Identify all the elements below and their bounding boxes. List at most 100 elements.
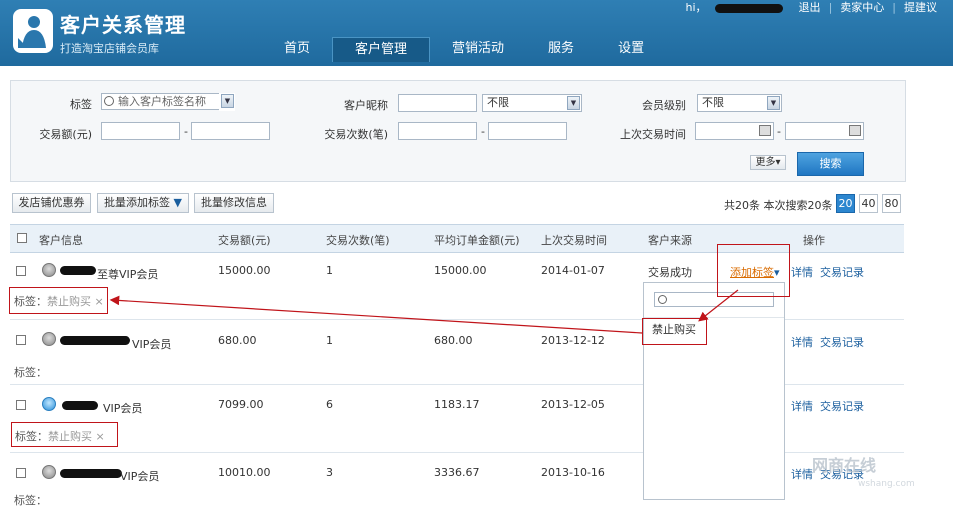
send-coupon-button[interactable]: 发店铺优惠券 [12, 193, 91, 213]
page-size-20[interactable]: 20 [836, 194, 855, 213]
row-tags: 标签： [14, 494, 47, 507]
batch-add-tag-button[interactable]: 批量添加标签 ▼ [97, 193, 189, 213]
nav-marketing[interactable]: 营销活动 [430, 37, 526, 61]
trade-records-link[interactable]: 交易记录 [820, 264, 864, 280]
cell-amount: 7099.00 [218, 398, 264, 411]
nickname-input[interactable] [398, 94, 477, 112]
cell-source: 交易成功 [648, 266, 692, 279]
row-checkbox[interactable] [16, 335, 26, 345]
member-level-select[interactable]: 不限 ▼ [697, 94, 782, 112]
cell-amount: 680.00 [218, 334, 257, 347]
search-icon [104, 96, 114, 106]
batch-edit-info-button[interactable]: 批量修改信息 [194, 193, 274, 213]
cell-amount: 15000.00 [218, 264, 271, 277]
page-size-80[interactable]: 80 [882, 194, 901, 213]
tag-search-input[interactable]: 输入客户标签名称 [101, 93, 235, 110]
app-title: 客户关系管理 [60, 13, 186, 37]
row-tags: 标签： [14, 366, 47, 379]
member-level: VIP会员 [132, 338, 172, 351]
seller-center-link[interactable]: 卖家中心 [832, 0, 892, 15]
cell-last-trade: 2013-12-12 [541, 334, 605, 347]
range-dash: - [184, 125, 188, 138]
trade-count-label: 交易次数(笔) [324, 128, 388, 141]
row-checkbox[interactable] [16, 266, 26, 276]
redacted-username [714, 3, 783, 13]
last-time-end-input[interactable] [785, 122, 864, 140]
tag-dropdown-toggle[interactable]: ▼ [219, 93, 235, 111]
count-max-input[interactable] [488, 122, 567, 140]
calendar-icon[interactable] [759, 125, 771, 136]
nav-customer-management[interactable]: 客户管理 [332, 37, 431, 62]
nav-home[interactable]: 首页 [262, 37, 332, 61]
more-filters-button[interactable]: 更多▾ [750, 155, 786, 170]
detail-link[interactable]: 详情 [791, 264, 813, 280]
col-source: 客户来源 [648, 234, 692, 247]
feedback-link[interactable]: 提建议 [896, 0, 945, 15]
watermark: 网商在线 [812, 456, 877, 475]
avatar [42, 263, 56, 277]
nav-service[interactable]: 服务 [526, 37, 596, 61]
range-dash: - [481, 125, 485, 138]
logout-link[interactable]: 退出 [791, 0, 829, 15]
last-time-start-input[interactable] [695, 122, 774, 140]
redacted-customer-name [62, 401, 98, 410]
detail-link[interactable]: 详情 [791, 466, 813, 482]
search-button[interactable]: 搜索 [797, 152, 864, 176]
trade-records-link[interactable]: 交易记录 [820, 398, 864, 414]
cell-last-trade: 2013-12-05 [541, 398, 605, 411]
calendar-icon[interactable] [849, 125, 861, 136]
tag-dropdown: 禁止购买 [643, 282, 785, 500]
col-amount: 交易额(元) [218, 234, 271, 247]
select-all-checkbox[interactable] [17, 233, 27, 243]
search-icon [658, 295, 667, 304]
chevron-down-icon: ▼ [767, 96, 780, 110]
amount-min-input[interactable] [101, 122, 180, 140]
cell-count: 1 [326, 334, 333, 347]
col-avg-amount: 平均订单金额(元) [434, 234, 520, 247]
result-count: 共20条 本次搜索20条 [724, 199, 833, 212]
annotation-box [11, 422, 118, 447]
cell-avg: 3336.67 [434, 466, 480, 479]
app-header: 客户关系管理 打造淘宝店铺会员库 hi， 退出 | 卖家中心 | 提建议 首页 … [0, 0, 953, 66]
member-level-label: 会员级别 [642, 99, 686, 112]
member-level: 至尊VIP会员 [97, 268, 159, 281]
cell-count: 6 [326, 398, 333, 411]
detail-link[interactable]: 详情 [791, 398, 813, 414]
cell-avg: 15000.00 [434, 264, 487, 277]
col-actions: 操作 [803, 234, 825, 247]
row-checkbox[interactable] [16, 468, 26, 478]
range-dash: - [777, 125, 781, 138]
annotation-box [9, 287, 108, 314]
nav-settings[interactable]: 设置 [596, 37, 666, 61]
chevron-down-icon: ▼ [221, 94, 234, 108]
amount-label: 交易额(元) [39, 128, 92, 141]
member-level: VIP会员 [120, 470, 160, 483]
trade-records-link[interactable]: 交易记录 [820, 334, 864, 350]
col-customer-info: 客户信息 [39, 234, 83, 247]
page-size-40[interactable]: 40 [859, 194, 878, 213]
chevron-down-icon: ▾ [775, 157, 781, 168]
tag-filter-label: 标签 [70, 98, 92, 111]
chevron-down-icon: ▼ [567, 96, 580, 110]
last-trade-time-label: 上次交易时间 [620, 128, 686, 141]
cell-count: 1 [326, 264, 333, 277]
col-count: 交易次数(笔) [326, 234, 390, 247]
greeting: hi， [670, 0, 791, 15]
crm-logo-icon [13, 9, 53, 53]
detail-link[interactable]: 详情 [791, 334, 813, 350]
chevron-down-icon: ▼ [173, 196, 182, 209]
count-min-input[interactable] [398, 122, 477, 140]
row-checkbox[interactable] [16, 400, 26, 410]
redacted-customer-name [60, 336, 130, 345]
top-links: hi， 退出 | 卖家中心 | 提建议 [670, 0, 945, 15]
avatar [42, 465, 56, 479]
main-nav: 首页 客户管理 营销活动 服务 设置 [262, 37, 666, 62]
app-subtitle: 打造淘宝店铺会员库 [60, 42, 159, 55]
col-last-trade: 上次交易时间 [541, 234, 607, 247]
watermark-sub: wshang.com [858, 479, 915, 489]
redacted-customer-name [60, 469, 122, 478]
amount-max-input[interactable] [191, 122, 270, 140]
cell-amount: 10010.00 [218, 466, 271, 479]
nickname-match-select[interactable]: 不限 ▼ [482, 94, 582, 112]
cell-last-trade: 2013-10-16 [541, 466, 605, 479]
